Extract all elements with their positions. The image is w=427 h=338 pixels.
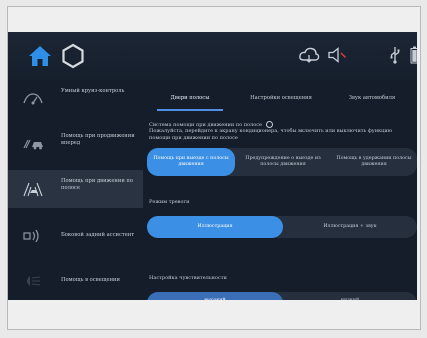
home-icon[interactable] xyxy=(28,45,52,67)
mode-option-lane-departure-warning[interactable]: Предупреждение о выезде из полосы движен… xyxy=(237,148,329,176)
sidebar-item-label: Помощь в освещении xyxy=(61,277,120,283)
sidebar-item-label: Умный круиз-контроль xyxy=(61,88,125,94)
sidebar-item-rear-side-assist[interactable]: Боковой задний ассистент xyxy=(8,217,143,255)
sidebar-item-label: Помощь при движении по полосе xyxy=(61,178,134,191)
info-icon[interactable] xyxy=(265,121,273,128)
lane-assist-icon xyxy=(23,182,43,197)
sidebar-item-smart-cruise[interactable]: Умный круиз-контроль xyxy=(8,80,143,118)
sidebar-item-lane-assist[interactable]: Помощь при движении по полосе xyxy=(8,170,143,208)
alarm-option-visual[interactable]: Иллюстрация xyxy=(147,216,283,238)
sidebar-item-lighting-assist[interactable]: Помощь в освещении xyxy=(8,262,143,300)
tab-bar: Двери полосы Настройки освещения Звук ав… xyxy=(143,81,417,115)
sensitivity-option-high[interactable]: высокий xyxy=(147,292,283,300)
battery-icon xyxy=(410,46,417,64)
mode-option-lane-keeping-assist[interactable]: Помощь в удержании полосы движения xyxy=(331,148,417,176)
lighting-assist-icon xyxy=(27,276,41,286)
alarm-mode-title: Режим тревоги xyxy=(149,199,190,205)
top-bar xyxy=(8,32,417,80)
sidebar-item-forward-assist[interactable]: Помощь при продвижении вперед xyxy=(8,125,143,163)
rear-side-assist-icon xyxy=(23,229,39,243)
usb-icon xyxy=(390,47,400,64)
sensitivity-option-low[interactable]: низкий xyxy=(283,292,417,300)
description: Система помощи при движении по полосе По… xyxy=(149,121,411,141)
smart-cruise-icon xyxy=(23,93,43,105)
lane-assist-panel: Система помощи при движении по полосе По… xyxy=(143,115,417,300)
tab-vehicle-sound[interactable]: Звук автомобиля xyxy=(327,81,417,115)
infotainment-screen: Двери полосы Настройки освещения Звук ав… xyxy=(8,32,417,300)
hexagon-icon[interactable] xyxy=(61,43,85,69)
alarm-mode-selector: Иллюстрация Иллюстрация + звук xyxy=(147,216,417,238)
cloud-icon xyxy=(299,47,320,63)
mode-option-lane-departure-assist[interactable]: Помощь при выезде с полосы движения xyxy=(147,148,235,176)
sidebar: Умный круиз-контроль Помощь при продвиже… xyxy=(8,80,143,300)
tab-lighting-settings[interactable]: Настройки освещения xyxy=(235,81,327,115)
mode-selector: Помощь при выезде с полосы движения Пред… xyxy=(147,148,417,176)
sidebar-item-label: Боковой задний ассистент xyxy=(61,232,135,238)
sensitivity-selector: высокий низкий xyxy=(147,292,417,300)
alarm-option-visual-sound[interactable]: Иллюстрация + звук xyxy=(283,216,417,238)
description-body: Пожалуйста, перейдите к экрану кондицион… xyxy=(149,128,393,141)
tab-lane-doors[interactable]: Двери полосы xyxy=(145,81,235,115)
forward-assist-icon xyxy=(23,139,43,150)
sidebar-item-label: Помощь при продвижении вперед xyxy=(61,133,135,146)
volume-mute-icon[interactable] xyxy=(326,46,348,64)
sensitivity-title: Настройка чувствительности xyxy=(149,275,227,281)
